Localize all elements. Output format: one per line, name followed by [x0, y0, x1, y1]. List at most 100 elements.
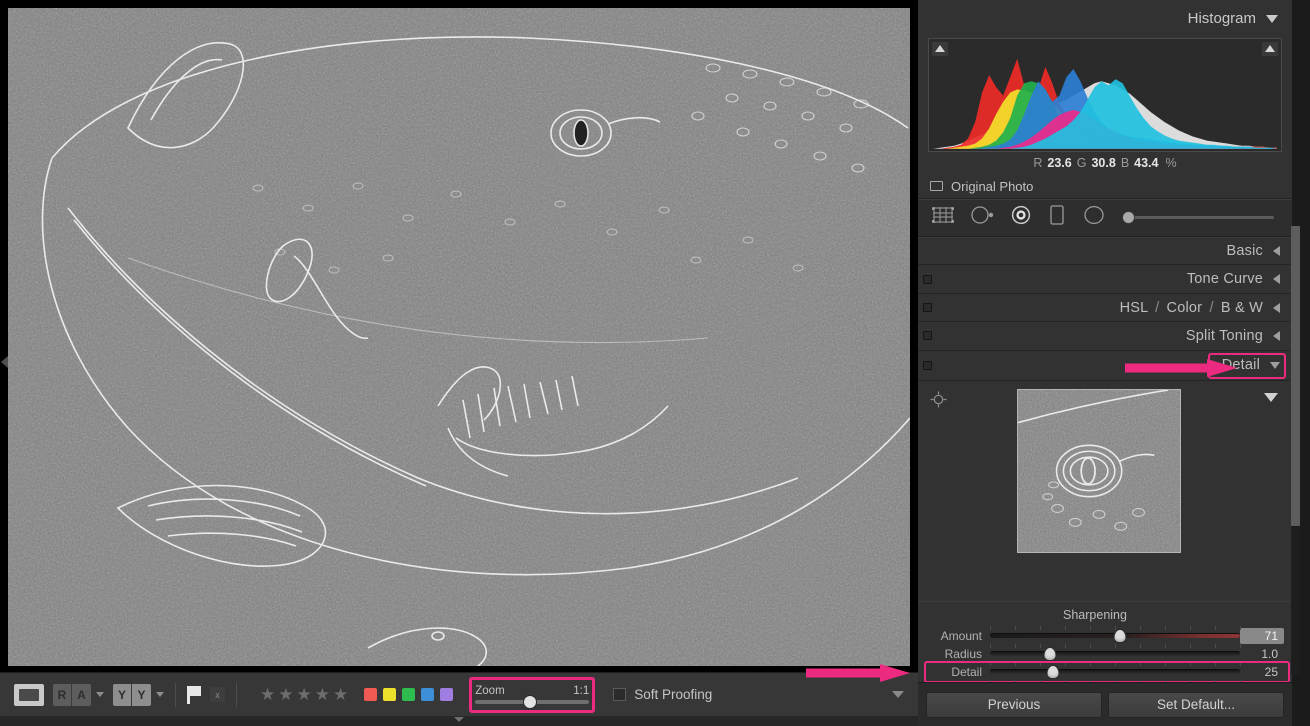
- ra-cell-a: A: [72, 684, 91, 706]
- chevron-down-icon-detail[interactable]: [1270, 362, 1280, 369]
- red-eye-correction-icon[interactable]: [1010, 205, 1032, 230]
- panel-header-split-toning[interactable]: Split Toning: [918, 322, 1292, 350]
- hsl-part-hsl[interactable]: HSL: [1120, 300, 1148, 316]
- star-icon-2[interactable]: ★: [278, 686, 293, 703]
- panel-switch-detail[interactable]: [923, 361, 932, 370]
- original-photo-label: Original Photo: [951, 179, 1033, 194]
- slider-knob-detail[interactable]: [1046, 665, 1059, 679]
- spot-removal-icon[interactable]: [970, 205, 994, 230]
- rgb-b-label: B: [1121, 156, 1129, 170]
- toolbar-hide-strip[interactable]: [0, 716, 918, 726]
- bottom-toolbar: R A Y Y x ★ ★ ★ ★ ★: [0, 672, 918, 716]
- color-swatch-purple[interactable]: [440, 688, 453, 701]
- panel-switch-tone-curve[interactable]: [923, 275, 932, 284]
- reject-flag-icon[interactable]: x: [210, 687, 225, 702]
- slider-value-detail[interactable]: 25: [1240, 665, 1284, 679]
- chevron-down-icon-histogram[interactable]: [1266, 15, 1278, 23]
- tool-amount-slider[interactable]: [1122, 211, 1274, 225]
- soft-proofing-checkbox[interactable]: [613, 688, 626, 701]
- zoom-readout-row: Zoom 1:1: [475, 685, 589, 697]
- chevron-left-icon-hsl[interactable]: [1273, 303, 1280, 313]
- rgb-readout: R 23.6 G 30.8 B 43.4 %: [918, 152, 1292, 175]
- hsl-sep-2: /: [1209, 300, 1213, 316]
- main-image-preview[interactable]: [8, 8, 910, 666]
- soft-proofing-label: Soft Proofing: [634, 687, 712, 702]
- slider-label-detail: Detail: [928, 665, 990, 679]
- color-swatch-blue[interactable]: [421, 688, 434, 701]
- slider-row-detail[interactable]: Detail 25: [918, 663, 1292, 681]
- color-swatch-yellow[interactable]: [383, 688, 396, 701]
- set-default-button[interactable]: Set Default...: [1108, 692, 1284, 718]
- radial-filter-icon[interactable]: [1082, 205, 1106, 230]
- slider-track-detail[interactable]: [990, 665, 1240, 679]
- toolbar-divider-2: [236, 683, 237, 707]
- panel-header-detail[interactable]: Detail: [918, 351, 1292, 381]
- chevron-down-icon-ra[interactable]: [96, 692, 104, 697]
- develop-tool-strip: [918, 199, 1292, 237]
- slider-track-amount[interactable]: [990, 629, 1240, 643]
- previous-button[interactable]: Previous: [926, 692, 1102, 718]
- hsl-part-bw[interactable]: B & W: [1221, 300, 1263, 316]
- detail-panel-body: Sharpening Amount 71 Radius: [918, 381, 1292, 726]
- histogram-chart[interactable]: [928, 38, 1282, 152]
- shadow-clipping-triangle-icon[interactable]: [932, 42, 948, 56]
- slider-knob-amount[interactable]: [1114, 629, 1127, 643]
- annotation-arrow-detail-header: [1125, 359, 1245, 377]
- right-panel-scrollbar[interactable]: [1291, 226, 1300, 674]
- highlight-clipping-triangle-icon[interactable]: [1262, 42, 1278, 56]
- panel-header-hsl[interactable]: HSL / Color / B & W: [918, 294, 1292, 322]
- panel-header-tone-curve[interactable]: Tone Curve: [918, 265, 1292, 293]
- zoom-slider-track[interactable]: [475, 700, 589, 704]
- loupe-view-icon[interactable]: [14, 684, 44, 706]
- star-icon-4[interactable]: ★: [315, 686, 330, 703]
- yy-cell-1: Y: [113, 684, 132, 706]
- rgb-g-value: 30.8: [1091, 156, 1115, 170]
- detail-zoom-preview[interactable]: [1017, 389, 1181, 553]
- slider-row-radius[interactable]: Radius 1.0: [918, 645, 1292, 663]
- slider-value-amount[interactable]: 71: [1240, 628, 1284, 644]
- panel-title-hsl: HSL / Color / B & W: [1120, 300, 1263, 316]
- pick-flag-icon[interactable]: [187, 686, 202, 704]
- crop-overlay-icon[interactable]: [932, 205, 954, 230]
- star-rating-control[interactable]: ★ ★ ★ ★ ★: [260, 686, 348, 703]
- zoom-control[interactable]: Zoom 1:1: [475, 681, 589, 709]
- loupe-view-inner: [19, 689, 39, 701]
- slider-track-radius[interactable]: [990, 647, 1240, 661]
- right-panel-content: Histogram R 23.6 G 30.8 B 43.4 %: [918, 0, 1292, 726]
- chevron-left-icon-tone-curve[interactable]: [1273, 274, 1280, 284]
- ra-cell-r: R: [53, 684, 72, 706]
- panel-header-basic[interactable]: Basic: [918, 237, 1292, 266]
- chevron-down-icon-detail-preview[interactable]: [1264, 393, 1278, 402]
- loupe-target-icon[interactable]: [930, 391, 947, 413]
- chevron-left-icon-split-toning[interactable]: [1273, 331, 1280, 341]
- color-swatch-green[interactable]: [402, 688, 415, 701]
- toolbar-hide-chevron-down-icon[interactable]: [454, 717, 464, 722]
- lightroom-develop-module: R A Y Y x ★ ★ ★ ★ ★: [0, 0, 1310, 726]
- star-icon-3[interactable]: ★: [297, 686, 312, 703]
- rgb-unit: %: [1166, 156, 1177, 170]
- hsl-part-color[interactable]: Color: [1167, 300, 1203, 316]
- star-icon-1[interactable]: ★: [260, 686, 275, 703]
- chevron-left-icon-basic[interactable]: [1273, 246, 1280, 256]
- original-photo-row[interactable]: Original Photo: [918, 174, 1292, 199]
- before-after-yy-button[interactable]: Y Y: [113, 684, 151, 706]
- right-panel-scroll-thumb[interactable]: [1291, 226, 1300, 526]
- compare-view-ra-button[interactable]: R A: [53, 684, 91, 706]
- left-panel-toggle-arrow[interactable]: [1, 356, 8, 368]
- sharpening-title: Sharpening: [898, 606, 1292, 627]
- slider-knob-radius[interactable]: [1044, 647, 1057, 661]
- slider-value-radius[interactable]: 1.0: [1240, 647, 1284, 661]
- graduated-filter-icon[interactable]: [1048, 204, 1066, 231]
- color-swatch-red[interactable]: [364, 688, 377, 701]
- zoom-slider-knob[interactable]: [524, 696, 536, 708]
- tool-slider-knob[interactable]: [1122, 211, 1135, 224]
- slider-row-amount[interactable]: Amount 71: [918, 627, 1292, 645]
- panel-switch-hsl[interactable]: [923, 303, 932, 312]
- annotation-arrow-detail-slider: [806, 663, 916, 683]
- star-icon-5[interactable]: ★: [333, 686, 348, 703]
- panel-switch-split-toning[interactable]: [923, 331, 932, 340]
- toolbar-flyout-chevron-down-icon[interactable]: [892, 691, 904, 698]
- chevron-down-icon-yy[interactable]: [156, 692, 164, 697]
- histogram-header[interactable]: Histogram: [918, 0, 1292, 38]
- zoom-control-group: Zoom 1:1: [469, 677, 595, 713]
